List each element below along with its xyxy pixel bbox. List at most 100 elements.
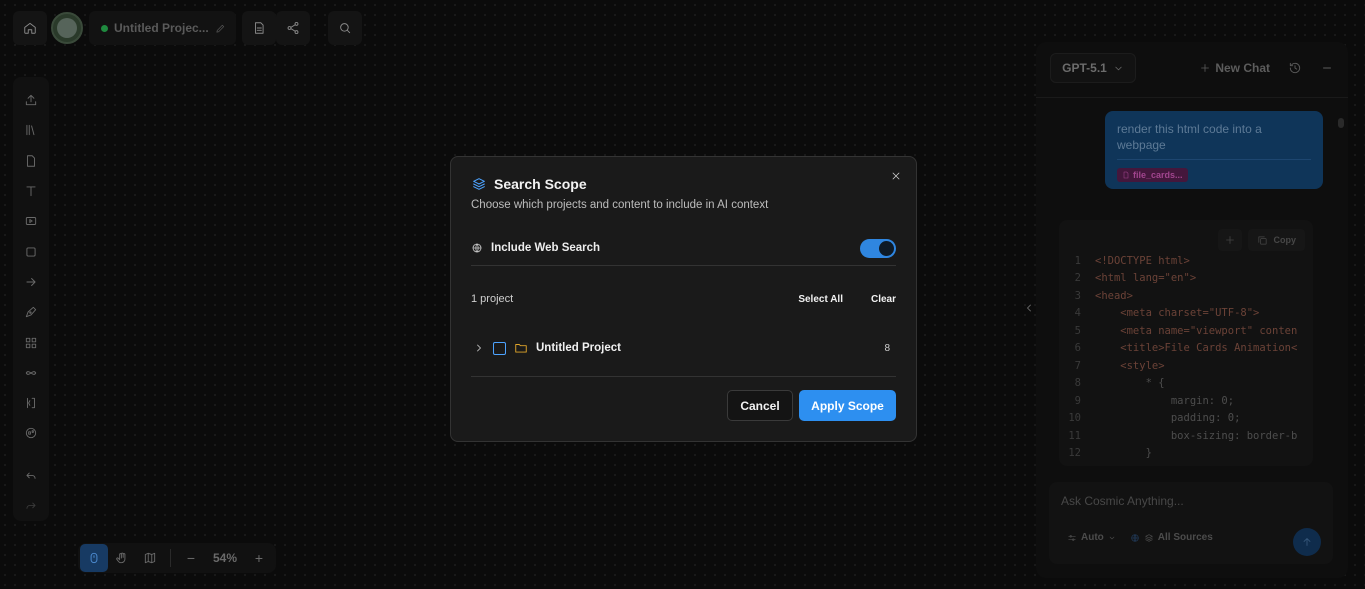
project-title-area[interactable]: Untitled Projec...	[89, 11, 236, 45]
sources-selector[interactable]: All Sources	[1130, 532, 1213, 543]
close-button[interactable]	[888, 168, 904, 184]
dialog-actions: Cancel Apply Scope	[727, 390, 896, 421]
dialog-divider	[471, 376, 896, 377]
grid-button[interactable]	[13, 327, 49, 357]
document-button[interactable]	[241, 11, 276, 45]
line-number: 3	[1074, 289, 1081, 302]
hand-tool-button[interactable]	[108, 544, 136, 572]
clear-button[interactable]: Clear	[871, 294, 896, 305]
file-chip-label: file_cards...	[1133, 170, 1183, 180]
arrow-up-icon	[1301, 536, 1313, 548]
header-divider	[1036, 97, 1348, 98]
zoom-in-button[interactable]: +	[245, 544, 273, 572]
select-tool-button[interactable]	[80, 544, 108, 572]
auto-mode-selector[interactable]: Auto	[1067, 532, 1116, 543]
line-code: <title>File Cards Animation<	[1095, 342, 1298, 355]
auto-label: Auto	[1081, 532, 1104, 543]
new-chat-button[interactable]: New Chat	[1199, 61, 1270, 75]
dialog-subtitle: Choose which projects and content to inc…	[471, 199, 769, 211]
code-line: 2 <html lang="en">	[1059, 270, 1313, 288]
web-search-label: Include Web Search	[491, 242, 601, 254]
pen-icon	[24, 305, 38, 319]
chevron-down-icon	[1108, 534, 1116, 542]
code-button[interactable]	[13, 388, 49, 418]
web-search-toggle[interactable]	[860, 238, 896, 258]
home-button[interactable]	[13, 11, 47, 45]
line-number: 1	[1074, 254, 1081, 267]
line-number: 8	[1074, 377, 1081, 390]
text-button[interactable]	[13, 176, 49, 206]
search-icon	[338, 21, 352, 35]
line-number: 11	[1068, 429, 1081, 442]
insert-code-button[interactable]	[1217, 229, 1242, 251]
map-icon	[143, 551, 157, 565]
upload-button[interactable]	[13, 85, 49, 115]
shape-button[interactable]	[13, 236, 49, 266]
map-tool-button[interactable]	[136, 544, 164, 572]
line-number: 5	[1074, 324, 1081, 337]
folder-icon	[514, 341, 528, 355]
video-button[interactable]	[13, 206, 49, 236]
model-selector[interactable]: GPT-5.1	[1050, 53, 1136, 83]
upload-icon	[24, 93, 38, 107]
pencil-icon[interactable]	[215, 23, 226, 34]
file-attachment-chip[interactable]: file_cards...	[1117, 168, 1188, 182]
layers-icon	[1144, 533, 1154, 543]
line-number: 10	[1068, 412, 1081, 425]
code-line: 10 padding: 0;	[1059, 410, 1313, 428]
send-button[interactable]	[1293, 528, 1321, 556]
arrow-button[interactable]	[13, 267, 49, 297]
code-line: 7 <style>	[1059, 357, 1313, 375]
toggle-knob	[879, 240, 894, 256]
line-code: * {	[1095, 377, 1165, 390]
search-button[interactable]	[327, 11, 362, 45]
hand-icon	[115, 551, 129, 565]
chevron-down-icon	[1113, 63, 1124, 74]
scrollbar-thumb[interactable]	[1338, 118, 1344, 128]
code-line: 3 <head>	[1059, 287, 1313, 305]
file-button[interactable]	[13, 146, 49, 176]
code-line: 11 box-sizing: border-b	[1059, 427, 1313, 445]
library-button[interactable]	[13, 115, 49, 145]
share-button[interactable]	[275, 11, 310, 45]
user-message: render this html code into a webpage fil…	[1105, 111, 1323, 189]
minimize-icon[interactable]	[1320, 61, 1334, 75]
sliders-icon	[1067, 533, 1077, 543]
history-icon[interactable]	[1288, 61, 1302, 75]
project-row[interactable]: Untitled Project 8	[473, 339, 890, 357]
shuffle-button[interactable]	[13, 358, 49, 388]
redo-button[interactable]	[13, 491, 49, 521]
dialog-header: Search Scope	[471, 176, 587, 192]
project-count-row: 1 project Select All Clear	[471, 291, 896, 307]
new-chat-label: New Chat	[1215, 61, 1270, 75]
line-code: <!DOCTYPE html>	[1095, 254, 1190, 267]
zoom-level: 54%	[212, 551, 238, 565]
copy-code-button[interactable]: Copy	[1247, 229, 1305, 251]
project-name: Untitled Project	[536, 342, 621, 354]
input-options: Auto All Sources	[1067, 532, 1213, 543]
apply-scope-button[interactable]: Apply Scope	[799, 390, 896, 421]
globe-button[interactable]	[13, 418, 49, 448]
select-all-button[interactable]: Select All	[798, 294, 843, 305]
code-line: 4 <meta charset="UTF-8">	[1059, 305, 1313, 323]
avatar[interactable]	[51, 12, 83, 44]
user-message-text: render this html code into a webpage	[1117, 122, 1262, 152]
text-icon	[24, 184, 38, 198]
chat-panel: GPT-5.1 New Chat render this html code i…	[1036, 42, 1348, 578]
video-icon	[24, 214, 38, 228]
project-checkbox[interactable]	[493, 341, 506, 355]
cancel-button[interactable]: Cancel	[727, 390, 793, 421]
code-line: 6 <title>File Cards Animation<	[1059, 340, 1313, 358]
project-title[interactable]: Untitled Projec...	[114, 21, 209, 35]
library-icon	[24, 123, 38, 137]
avatar-image	[57, 18, 77, 38]
chat-scrollbar[interactable]	[1338, 110, 1344, 465]
undo-button[interactable]	[13, 460, 49, 490]
line-code: box-sizing: border-b	[1095, 429, 1298, 442]
pen-button[interactable]	[13, 297, 49, 327]
chat-input[interactable]: Ask Cosmic Anything...	[1061, 494, 1184, 508]
chevron-right-icon[interactable]	[473, 342, 485, 354]
toolbar-divider	[170, 549, 171, 567]
zoom-out-button[interactable]: −	[177, 544, 205, 572]
model-label: GPT-5.1	[1062, 61, 1107, 75]
